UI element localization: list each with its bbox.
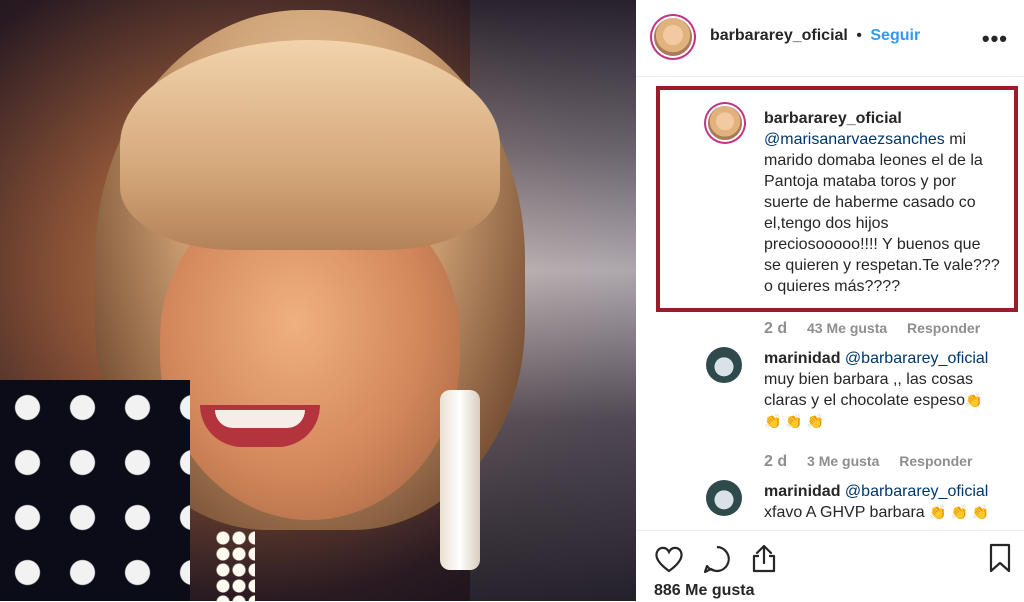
more-options-icon[interactable]: •••	[982, 26, 1008, 52]
photo-necklace	[215, 530, 255, 601]
commenter-avatar[interactable]	[708, 106, 742, 140]
bookmark-icon[interactable]	[988, 543, 1012, 573]
comment-likes[interactable]: 3 Me gusta	[807, 453, 879, 469]
comment-line: o quieres más????	[764, 278, 901, 295]
post-side-panel: barbararey_oficial • Seguir ••• barbarar…	[636, 0, 1024, 602]
photo-bangs	[120, 40, 500, 250]
comment-line: Pantoja mataba toros y por	[764, 173, 957, 190]
comment-mention[interactable]: @barbararey_oficial	[845, 483, 988, 500]
comment-likes[interactable]: 43 Me gusta	[807, 320, 887, 336]
clap-emoji: 👏	[965, 392, 983, 408]
author-username[interactable]: barbararey_oficial	[710, 27, 848, 44]
comment-line: se quieren y respetan.Te vale???	[764, 257, 1000, 274]
commenter-avatar[interactable]	[706, 480, 742, 516]
commenter-username[interactable]: marinidad	[764, 483, 840, 500]
comment-line: el,tengo dos hijos	[764, 215, 889, 232]
clap-emoji: 👏 👏 👏	[929, 504, 990, 520]
comment-line: preciosooooo!!!! Y buenos que	[764, 236, 981, 253]
share-icon[interactable]	[750, 543, 778, 573]
follow-button[interactable]: Seguir	[870, 27, 920, 44]
comment-line: xfavo A GHVP barbara	[764, 504, 925, 521]
comment-line: claras y el chocolate espeso	[764, 392, 965, 409]
heart-icon[interactable]	[654, 545, 684, 573]
photo-teeth	[215, 410, 305, 428]
clap-emoji-row: 👏 👏 👏	[764, 413, 825, 429]
commenter-username[interactable]: marinidad	[764, 350, 840, 367]
comment-mention[interactable]: @marisanarvaezsanches	[764, 131, 945, 148]
reply-button[interactable]: Responder	[899, 453, 972, 469]
comment-time[interactable]: 2 d	[764, 320, 787, 337]
comment-icon[interactable]	[702, 544, 732, 574]
header-separator: •	[856, 27, 862, 44]
author-avatar[interactable]	[654, 18, 692, 56]
comment-line: marido domaba leones el de la	[764, 152, 983, 169]
reply-button[interactable]: Responder	[907, 320, 980, 336]
comment-line: suerte de haberme casado co	[764, 194, 976, 211]
commenter-username[interactable]: barbararey_oficial	[764, 110, 902, 127]
comment-line: muy bien barbara ,, las cosas	[764, 371, 973, 388]
post-photo[interactable]	[0, 0, 636, 601]
comment-line: mi	[949, 131, 967, 148]
likes-count[interactable]: 886 Me gusta	[654, 582, 754, 600]
photo-polka-dots	[0, 380, 190, 601]
post-header: barbararey_oficial • Seguir •••	[636, 0, 1024, 77]
comment-mention[interactable]: @barbararey_oficial	[845, 350, 988, 367]
comment-time[interactable]: 2 d	[764, 453, 787, 470]
photo-earring	[440, 390, 480, 570]
commenter-avatar[interactable]	[706, 347, 742, 383]
